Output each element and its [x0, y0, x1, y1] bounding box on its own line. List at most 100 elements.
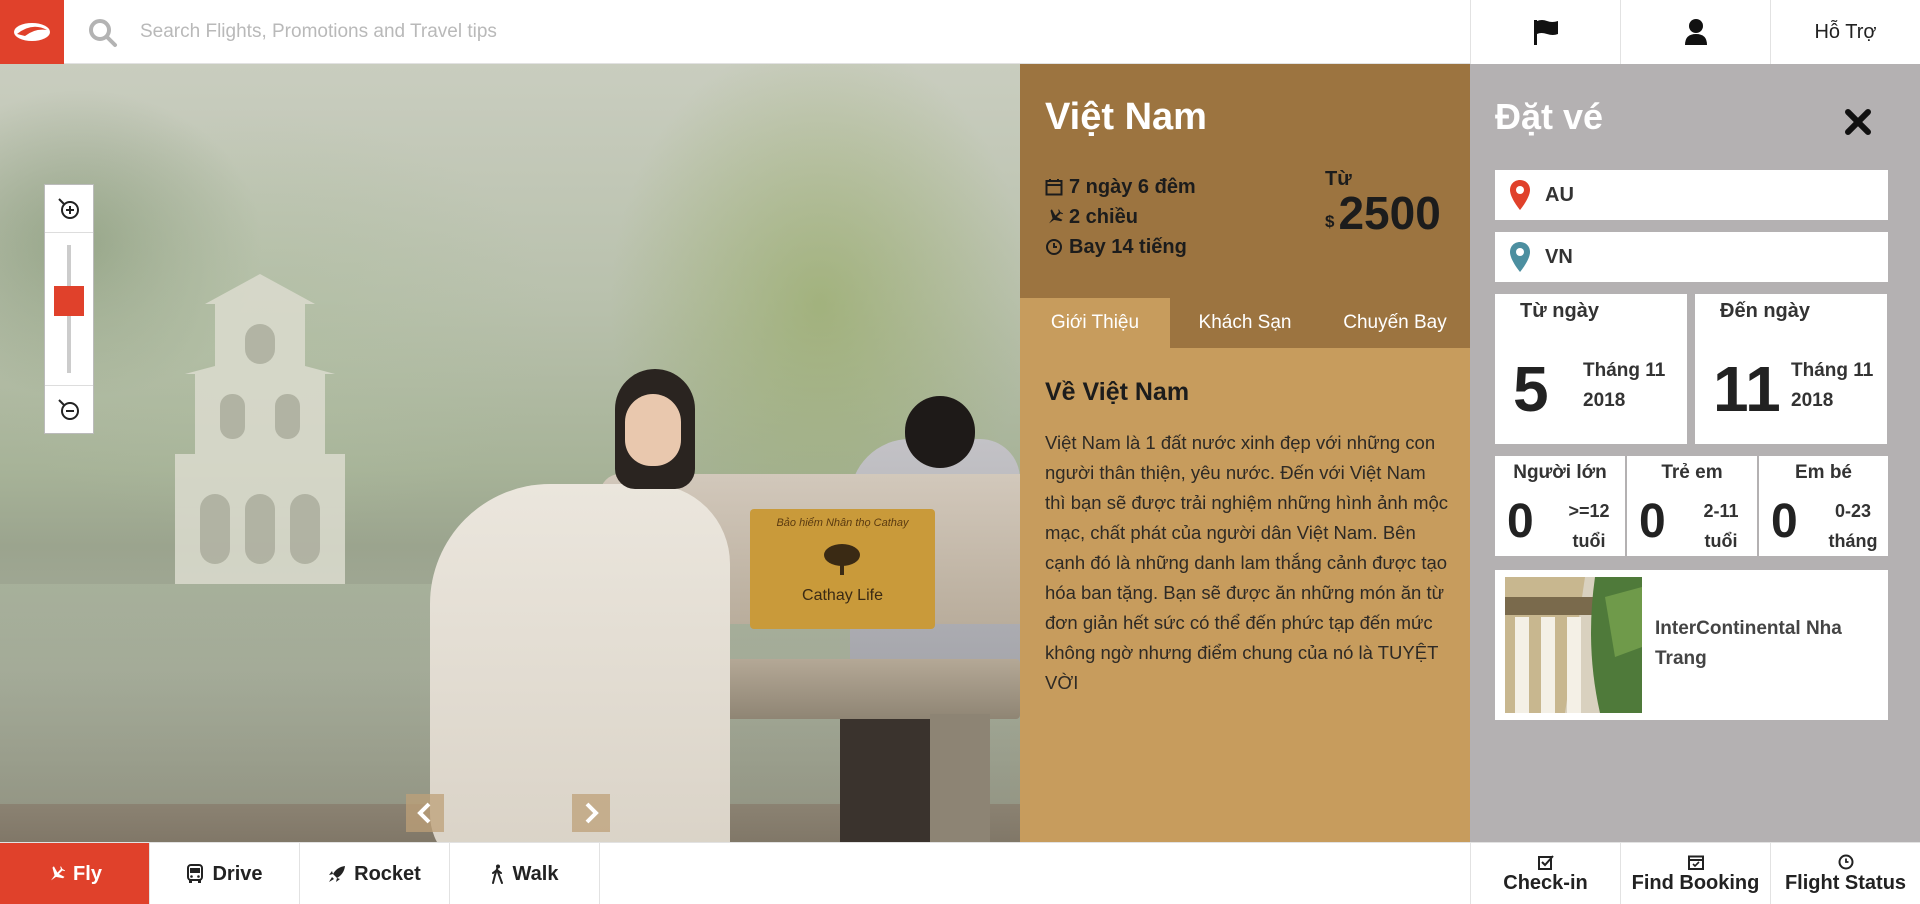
departure-date-picker[interactable]: Từ ngày 5 Tháng 11 2018 — [1495, 294, 1687, 444]
price: $ 2500 — [1325, 186, 1441, 240]
about-text: Việt Nam là 1 đất nước xinh đẹp với nhữn… — [1045, 432, 1449, 693]
return-date-picker[interactable]: Đến ngày 11 Tháng 11 2018 — [1695, 294, 1887, 444]
tab-flights[interactable]: Chuyến Bay — [1320, 298, 1470, 348]
search-input[interactable] — [140, 12, 1440, 52]
zoom-out-button[interactable] — [45, 385, 93, 433]
booking-panel: Đặt vé AU VN Từ ngày 5 Tháng 11 2018 Đến… — [1470, 64, 1920, 842]
return-year: 2018 — [1791, 390, 1834, 411]
adult-count-selector[interactable]: Người lớn 0 >=12 tuổi — [1495, 456, 1625, 556]
price-value: 2500 — [1338, 187, 1441, 239]
return-day: 11 — [1713, 353, 1781, 425]
account-button[interactable] — [1620, 0, 1770, 64]
help-button[interactable]: Hỗ Trợ — [1770, 0, 1920, 64]
bench-sign-line1: Bảo hiểm Nhân thọ Cathay — [776, 517, 909, 529]
destination-code: VN — [1545, 245, 1573, 268]
flight-status-button[interactable]: Flight Status — [1770, 843, 1920, 904]
bench-sign: Bảo hiểm Nhân thọ Cathay Cathay Life — [750, 509, 935, 629]
hero-photo: Bảo hiểm Nhân thọ Cathay Cathay Life — [0, 64, 1020, 842]
close-button[interactable] — [1838, 102, 1878, 142]
clock-icon — [1046, 239, 1062, 255]
infant-count-selector[interactable]: Em bé 0 0-23 tháng — [1759, 456, 1888, 556]
bench-sign-line2: Cathay Life — [802, 587, 883, 604]
trip-duration-text: 7 ngày 6 đêm — [1069, 176, 1196, 198]
flight-time-text: Bay 14 tiếng — [1069, 236, 1187, 258]
hotel-card[interactable]: InterContinental Nha Trang — [1495, 570, 1888, 720]
top-bar: Hỗ Trợ — [0, 0, 1920, 64]
infant-count: 0 — [1771, 495, 1798, 548]
zoom-out-icon — [58, 398, 79, 420]
mode-fly-button[interactable]: Fly — [0, 843, 150, 904]
flight-status-label: Flight Status — [1784, 871, 1907, 894]
brand-logo[interactable] — [0, 0, 64, 64]
language-button[interactable] — [1470, 0, 1620, 64]
child-age-value: 2-11 — [1703, 501, 1739, 521]
close-icon — [1845, 109, 1871, 135]
mode-rocket-label: Rocket — [354, 862, 421, 885]
adult-age-unit: tuổi — [1572, 531, 1606, 551]
walk-icon — [491, 864, 503, 884]
mode-walk-label: Walk — [512, 862, 559, 885]
bottom-bar: Fly Drive Rocket Walk Check-in Find Book… — [0, 842, 1920, 904]
trip-type: 2 chiều — [1045, 202, 1196, 232]
cathay-tree-icon — [824, 544, 860, 575]
mode-drive-button[interactable]: Drive — [150, 843, 300, 904]
help-label: Hỗ Trợ — [1814, 20, 1877, 43]
calendar-check-icon — [1687, 855, 1704, 870]
child-age-range: 2-11 tuổi — [1691, 496, 1751, 556]
destination-panel: Việt Nam 7 ngày 6 đêm 2 chiều Bay 14 tiế… — [1020, 64, 1470, 842]
origin-field[interactable]: AU — [1495, 170, 1888, 220]
turtle-tower-image — [175, 274, 345, 584]
mode-walk-button[interactable]: Walk — [450, 843, 600, 904]
departure-month-year: Tháng 11 2018 — [1583, 356, 1665, 416]
search-icon[interactable] — [88, 18, 118, 48]
destination-field[interactable]: VN — [1495, 232, 1888, 282]
child-age-unit: tuổi — [1704, 531, 1738, 551]
hotel-image — [1505, 577, 1642, 713]
check-square-icon — [1537, 854, 1554, 870]
hotel-name: InterContinental Nha Trang — [1655, 618, 1842, 669]
find-booking-button[interactable]: Find Booking — [1620, 843, 1770, 904]
departure-date-label: Từ ngày — [1520, 300, 1599, 322]
airline-logo-icon — [14, 23, 50, 41]
about-title: Về Việt Nam — [1045, 378, 1190, 406]
map-pin-red-icon — [1510, 180, 1530, 210]
origin-code: AU — [1545, 183, 1574, 206]
mode-drive-label: Drive — [212, 862, 263, 885]
return-month-year: Tháng 11 2018 — [1791, 356, 1873, 416]
tab-hotels[interactable]: Khách Sạn — [1170, 298, 1320, 348]
zoom-in-button[interactable] — [45, 185, 93, 233]
adult-label: Người lớn — [1513, 462, 1607, 483]
trip-type-text: 2 chiều — [1069, 206, 1138, 228]
flag-icon — [1533, 20, 1558, 45]
bench-leg — [930, 714, 990, 842]
check-in-label: Check-in — [1503, 871, 1588, 894]
infant-age-unit: tháng — [1828, 531, 1878, 551]
booking-title: Đặt vé — [1495, 96, 1604, 137]
check-in-button[interactable]: Check-in — [1470, 843, 1620, 904]
user-icon — [1684, 19, 1707, 45]
map-pin-blue-icon — [1510, 242, 1530, 272]
carousel-next-button[interactable] — [572, 794, 610, 832]
child-count-selector[interactable]: Trẻ em 0 2-11 tuổi — [1627, 456, 1757, 556]
tab-introduction[interactable]: Giới Thiệu — [1020, 298, 1170, 348]
zoom-slider-thumb[interactable] — [54, 286, 84, 317]
return-month: Tháng 11 — [1791, 360, 1874, 381]
departure-year: 2018 — [1583, 390, 1626, 411]
woman-figure — [430, 484, 730, 842]
price-currency: $ — [1325, 212, 1335, 231]
departure-day: 5 — [1513, 353, 1549, 425]
zoom-control — [44, 184, 94, 434]
infant-age-range: 0-23 tháng — [1823, 496, 1883, 556]
departure-month: Tháng 11 — [1583, 360, 1666, 381]
adult-count: 0 — [1507, 495, 1534, 548]
mode-rocket-button[interactable]: Rocket — [300, 843, 450, 904]
trip-duration: 7 ngày 6 đêm — [1045, 172, 1196, 202]
carousel-prev-button[interactable] — [406, 794, 444, 832]
destination-title: Việt Nam — [1045, 96, 1207, 138]
find-booking-label: Find Booking — [1631, 871, 1760, 894]
destination-header: Việt Nam 7 ngày 6 đêm 2 chiều Bay 14 tiế… — [1020, 64, 1470, 298]
child-label: Trẻ em — [1661, 462, 1723, 483]
plane-icon — [51, 866, 66, 881]
man-head — [905, 396, 975, 468]
destination-tabs: Giới Thiệu Khách Sạn Chuyến Bay — [1020, 298, 1470, 348]
